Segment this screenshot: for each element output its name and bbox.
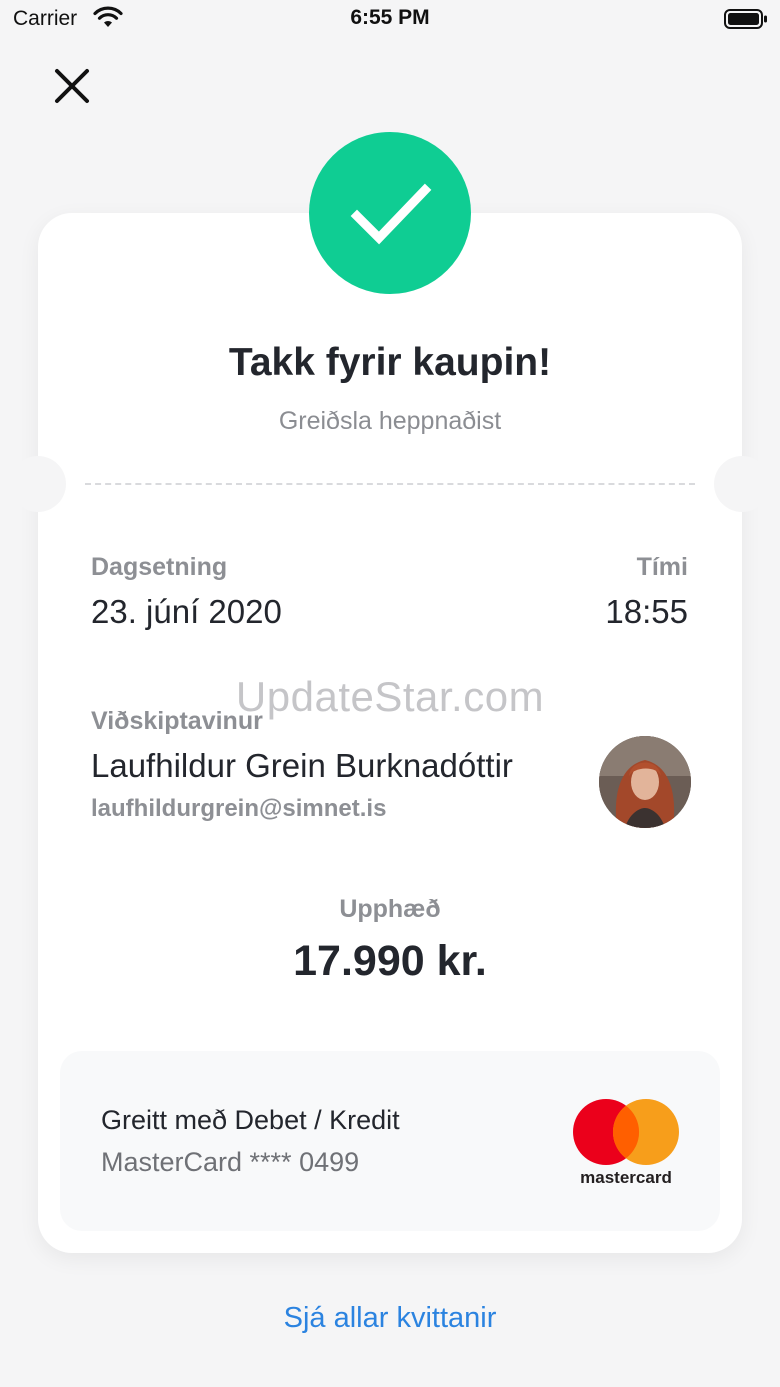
ticket-notch-right (714, 456, 770, 512)
payment-card-number: MasterCard **** 0499 (101, 1147, 360, 1177)
date-value: 23. júní 2020 (91, 593, 282, 630)
status-time: 6:55 PM (350, 6, 430, 29)
amount-value: 17.990 kr. (293, 937, 487, 985)
close-button[interactable] (50, 64, 94, 108)
time-label: Tími (636, 553, 688, 581)
receipt-card: Takk fyrir kaupin! Greiðsla heppnaðist D… (10, 213, 770, 1253)
view-all-receipts-link[interactable]: Sjá allar kvittanir (0, 1302, 780, 1335)
mastercard-wordmark: mastercard (580, 1168, 672, 1187)
close-icon (55, 69, 89, 103)
ticket-notch-left (10, 456, 66, 512)
payment-method-title: Greitt með Debet / Kredit (101, 1105, 400, 1135)
checkmark-icon (350, 183, 432, 245)
amount-label: Upphæð (339, 895, 441, 923)
time-value: 18:55 (605, 593, 688, 630)
mastercard-logo: mastercard (573, 1099, 679, 1187)
battery-icon (724, 9, 767, 29)
avatar (599, 736, 691, 828)
payment-method-card: Greitt með Debet / Kredit MasterCard ***… (60, 1051, 720, 1231)
customer-email: laufhildurgrein@simnet.is (91, 795, 387, 822)
page-title: Takk fyrir kaupin! (228, 341, 552, 384)
status-bar: Carrier 6:55 PM (0, 0, 780, 40)
date-label: Dagsetning (91, 553, 228, 581)
success-badge (309, 132, 471, 294)
watermark: UpdateStar.com (235, 673, 545, 720)
customer-name: Laufhildur Grein Burknadóttir (91, 747, 513, 784)
ticket-divider (85, 483, 695, 485)
payment-status-text: Greiðsla heppnaðist (278, 407, 502, 435)
